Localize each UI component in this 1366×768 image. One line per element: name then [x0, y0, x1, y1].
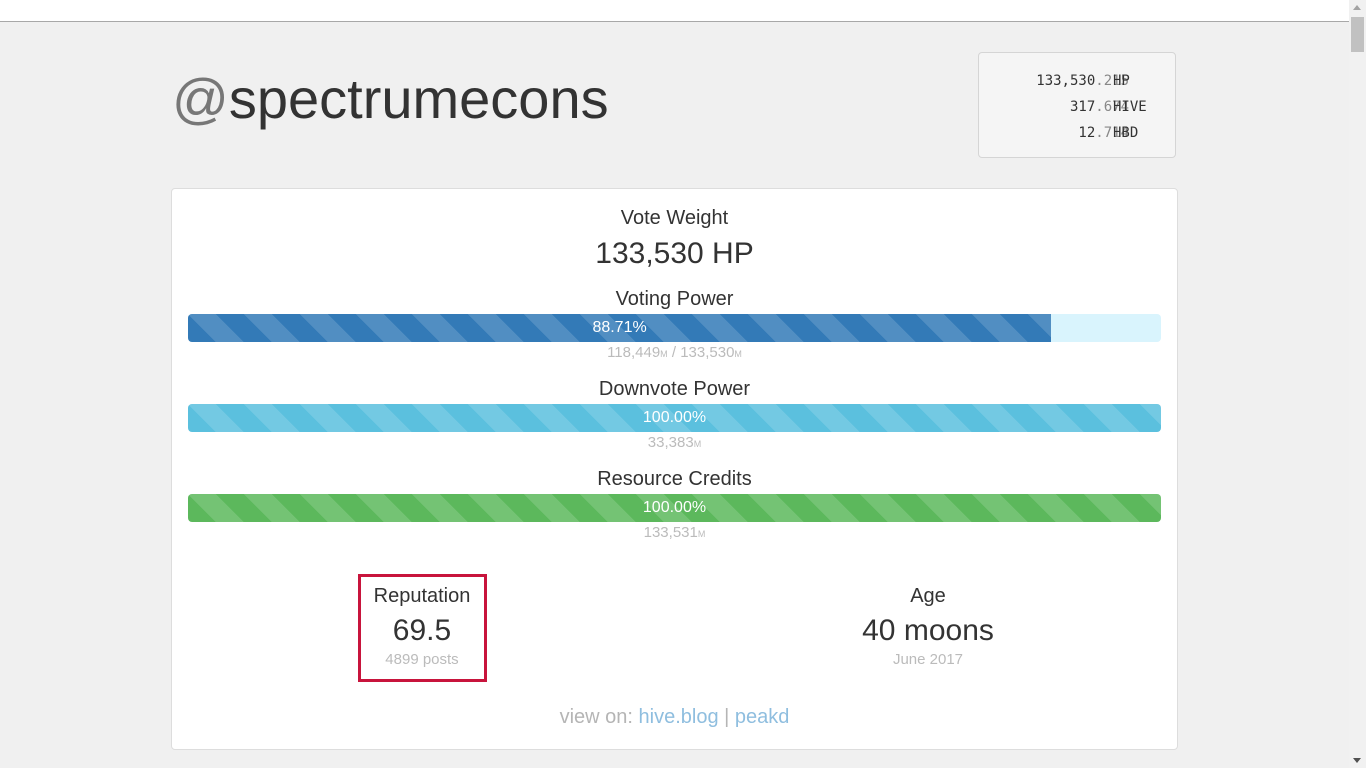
resource-credits-mana: 133,531M — [643, 524, 706, 541]
at-sign: @ — [172, 67, 229, 130]
view-on-links: view on: hive.blog | peakd — [559, 706, 790, 728]
age-label: Age — [910, 585, 946, 607]
downvote-power-bar: 100.00% — [188, 404, 1161, 432]
page-title: @spectrumecons — [172, 66, 609, 132]
balance-hp: 133,530.215 — [1036, 73, 1129, 89]
balance-hive-unit: HIVE — [1113, 99, 1147, 115]
reputation-label: Reputation — [373, 585, 471, 607]
browser-top-bar — [0, 0, 1349, 22]
hive-blog-link[interactable]: hive.blog — [639, 706, 719, 728]
voting-power-bar: 88.71% — [188, 314, 1161, 342]
stats-panel: Vote Weight 133,530 HP Voting Power 88.7… — [171, 188, 1178, 750]
scroll-down-arrow-icon[interactable] — [1353, 758, 1361, 763]
vertical-scrollbar[interactable] — [1349, 0, 1366, 768]
reputation-value: 69.5 — [392, 614, 452, 647]
vote-weight-value: 133,530 HP — [595, 237, 754, 270]
reputation-stat: Reputation 69.5 4899 posts — [322, 584, 522, 668]
age-stat: Age 40 moons June 2017 — [828, 584, 1028, 668]
voting-power-percent: 88.71% — [592, 319, 647, 336]
reputation-posts: 4899 posts — [385, 651, 459, 668]
resource-credits-label: Resource Credits — [597, 468, 752, 490]
balance-hbd: 12.714 — [1078, 125, 1129, 141]
vote-weight-label: Vote Weight — [620, 207, 729, 229]
downvote-power-mana: 33,383M — [647, 434, 702, 451]
balance-hbd-unit: HBD — [1113, 125, 1139, 141]
voting-power-mana: 118,449M / 133,530M — [607, 344, 742, 361]
downvote-power-label: Downvote Power — [598, 378, 751, 400]
voting-power-label: Voting Power — [615, 288, 734, 310]
balances-box: 133,530.215 HP 317.674 HIVE 12.714 HBD — [978, 52, 1176, 158]
downvote-power-percent: 100.00% — [642, 409, 707, 426]
resource-credits-percent: 100.00% — [642, 499, 707, 516]
balance-hp-unit: HP — [1113, 73, 1130, 89]
peakd-link[interactable]: peakd — [735, 706, 790, 728]
age-date: June 2017 — [892, 651, 964, 668]
age-value: 40 moons — [862, 614, 994, 647]
scroll-thumb[interactable] — [1351, 17, 1364, 52]
scroll-up-arrow-icon[interactable] — [1353, 5, 1361, 10]
account-name: spectrumecons — [228, 67, 609, 130]
resource-credits-bar: 100.00% — [188, 494, 1161, 522]
balance-hive: 317.674 — [1069, 99, 1129, 115]
